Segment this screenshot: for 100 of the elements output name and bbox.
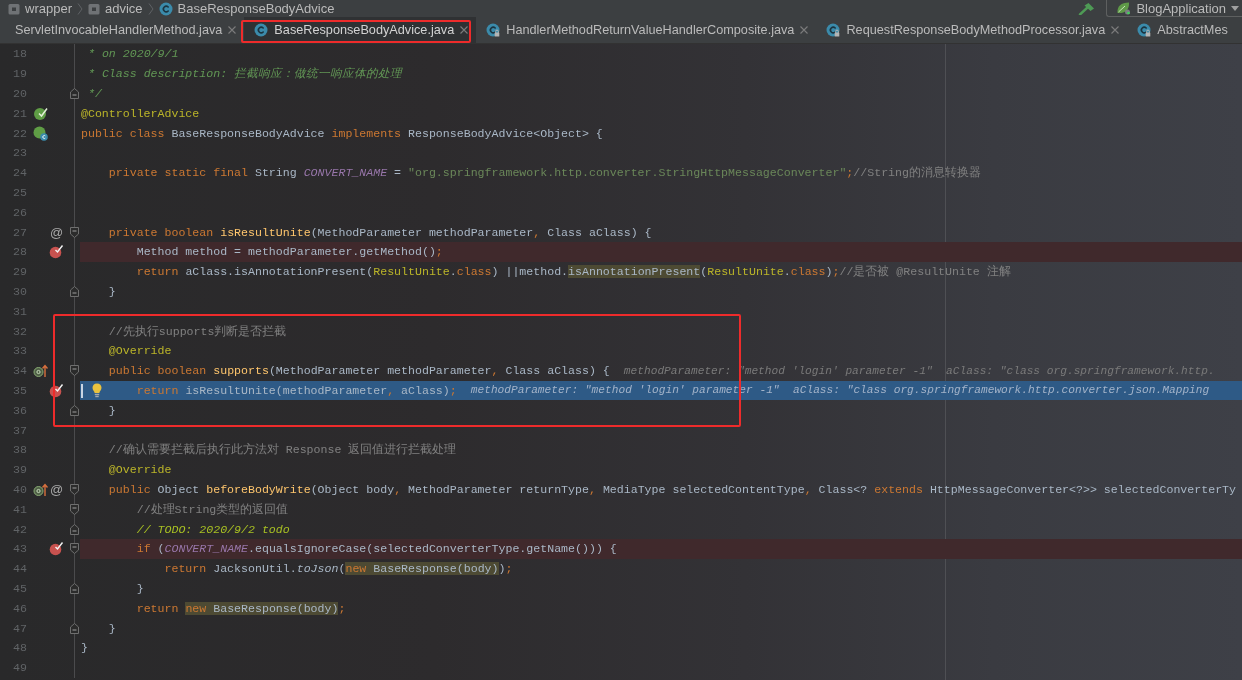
code-line: // TODO: 2020/9/2 todo [136, 522, 290, 536]
line-number: 27 [12, 225, 27, 239]
annotation-marker[interactable]: @ [49, 481, 64, 497]
check-circle-icon[interactable] [33, 105, 48, 121]
code-line: } [136, 581, 144, 595]
editor-tab[interactable]: HandlerMethodReturnValueHandlerComposite.java [476, 17, 817, 43]
line-number: 40 [12, 482, 27, 496]
code-line: return isResultUnite(methodParameter, aClass); [136, 383, 457, 397]
code-line: public class BaseResponseBodyAdvice implements ResponseBodyAdvice<Object> { [81, 126, 603, 140]
chevron-icon [76, 2, 83, 15]
code-line: private static final String CONVERT_NAME = "org.springframework.http.converter.StringHttpMessageConverter";//String的消息转换器 [108, 165, 981, 181]
close-icon[interactable] [460, 26, 469, 34]
line-number: 42 [12, 522, 27, 536]
fold-icon[interactable] [69, 365, 79, 377]
line-number: 38 [12, 443, 27, 457]
fold-icon[interactable] [69, 404, 79, 416]
code-line: //确认需要拦截后执行此方法对 Response 返回值进行拦截处理 [108, 442, 457, 458]
ring-up-arrow-icon[interactable] [33, 363, 48, 379]
breadcrumb-item[interactable]: BaseResponseBodyAdvice [158, 1, 335, 16]
line-number: 21 [12, 106, 27, 120]
code-line: //处理String类型的返回值 [136, 501, 289, 517]
code-line: return new BaseResponse(body); [136, 601, 346, 615]
line-number: 19 [12, 67, 27, 81]
line-number: 43 [12, 542, 27, 556]
code-line: public Object beforeBodyWrite(Object body, MethodParameter returnType, MediaType selectedContentType, Class<? extends HttpMessageConverter<?>> selectedConverterTy [108, 482, 1237, 496]
line-number: 30 [12, 284, 27, 298]
line-number: 26 [12, 205, 27, 219]
breadcrumb-item[interactable]: wrapper [8, 1, 72, 16]
fold-icon[interactable] [69, 483, 79, 495]
breakpoint-icon[interactable] [49, 382, 64, 398]
line-number: 25 [12, 185, 27, 199]
code-line: * on 2020/9/1 [87, 47, 179, 61]
hammer-icon[interactable] [1078, 2, 1096, 15]
run-configuration-dropdown[interactable]: BlogApplication [1106, 0, 1242, 17]
line-number: 32 [12, 324, 27, 338]
code-line: if (CONVERT_NAME.equalsIgnoreCase(selectedConverterType.getName())) { [136, 542, 617, 556]
line-number: 31 [12, 304, 27, 318]
line-number: 34 [12, 364, 27, 378]
chevron-icon [147, 2, 154, 15]
close-icon[interactable] [228, 26, 237, 34]
fold-icon[interactable] [69, 88, 79, 99]
caret-icon [1231, 5, 1239, 11]
close-icon[interactable] [800, 26, 809, 34]
line-number: 39 [12, 463, 27, 477]
code-line: * Class description: 拦截响应：做统一响应体的处理 [87, 66, 403, 82]
line-number: 20 [12, 87, 27, 100]
annotation-marker[interactable]: @ [49, 224, 64, 240]
lightbulb-icon[interactable] [92, 382, 102, 398]
code-line: @Override [108, 344, 172, 358]
ring-up-arrow-icon[interactable] [33, 481, 48, 497]
line-number: 36 [12, 403, 27, 417]
line-number: 35 [12, 383, 27, 397]
line-number: 18 [12, 47, 27, 61]
fold-icon[interactable] [69, 543, 79, 555]
line-number: 48 [12, 641, 27, 655]
close-icon[interactable] [1111, 26, 1120, 34]
line-number: 33 [12, 344, 27, 358]
text-cursor [81, 383, 83, 398]
editor-tab[interactable]: AbstractMes [1127, 17, 1228, 43]
code-line: private boolean isResultUnite(MethodParameter methodParameter, Class aClass) { [108, 225, 652, 239]
line-number: 49 [12, 661, 27, 675]
code-line: Method method = methodParameter.getMethod(); [136, 245, 443, 259]
fold-icon[interactable] [69, 226, 79, 238]
code-line: public boolean supports(MethodParameter methodParameter, Class aClass) { [108, 364, 610, 378]
line-number: 37 [12, 423, 27, 437]
line-number: 22 [12, 126, 27, 140]
editor-tab[interactable]: RequestResponseBodyMethodProcessor.java [816, 17, 1128, 43]
line-number: 28 [12, 245, 27, 259]
breakpoint-icon[interactable] [49, 541, 64, 557]
breakpoint-icon[interactable] [49, 244, 64, 260]
class-icon [158, 1, 173, 16]
line-number: 23 [12, 146, 27, 160]
leaf-icon [1116, 1, 1132, 15]
code-line: //先执行supports判断是否拦截 [108, 323, 287, 339]
line-number: 24 [12, 166, 27, 180]
fold-icon[interactable] [69, 285, 79, 297]
line-number: 29 [12, 265, 27, 279]
editor-tab[interactable]: ServletInvocableHandlerMethod.java [5, 17, 245, 43]
code-line: } [81, 641, 88, 655]
fold-icon[interactable] [69, 582, 79, 594]
fold-icon[interactable] [69, 503, 79, 515]
editor-tab[interactable]: BaseResponseBodyAdvice.java [244, 17, 477, 43]
code-line: } [108, 621, 116, 635]
code-line: */ [87, 87, 102, 100]
line-number: 45 [12, 581, 27, 595]
line-number: 44 [12, 562, 27, 576]
inline-value-hint: methodParameter: "method 'login' parameter -1" aClass: "class org.springframework.http. [623, 364, 1215, 377]
line-number: 41 [12, 502, 27, 516]
code-line: return JacksonUtil.toJson(new BaseResponse(body)); [164, 562, 513, 576]
code-line: @ControllerAdvice [81, 106, 200, 120]
breadcrumb-item[interactable]: advice [87, 1, 143, 16]
code-line: } [108, 403, 116, 417]
line-number: 47 [12, 621, 27, 635]
fold-icon[interactable] [69, 622, 79, 634]
code-line: return aClass.isAnnotationPresent(ResultUnite.class) ||method.isAnnotationPresent(ResultUnite.class);//是否被 @ResultUnite 注解 [136, 264, 1011, 280]
circle-class-badge-icon[interactable] [33, 125, 48, 141]
code-line: } [108, 284, 116, 298]
code-line: @Override [108, 463, 172, 477]
fold-icon[interactable] [69, 523, 79, 535]
line-number: 46 [12, 601, 27, 615]
